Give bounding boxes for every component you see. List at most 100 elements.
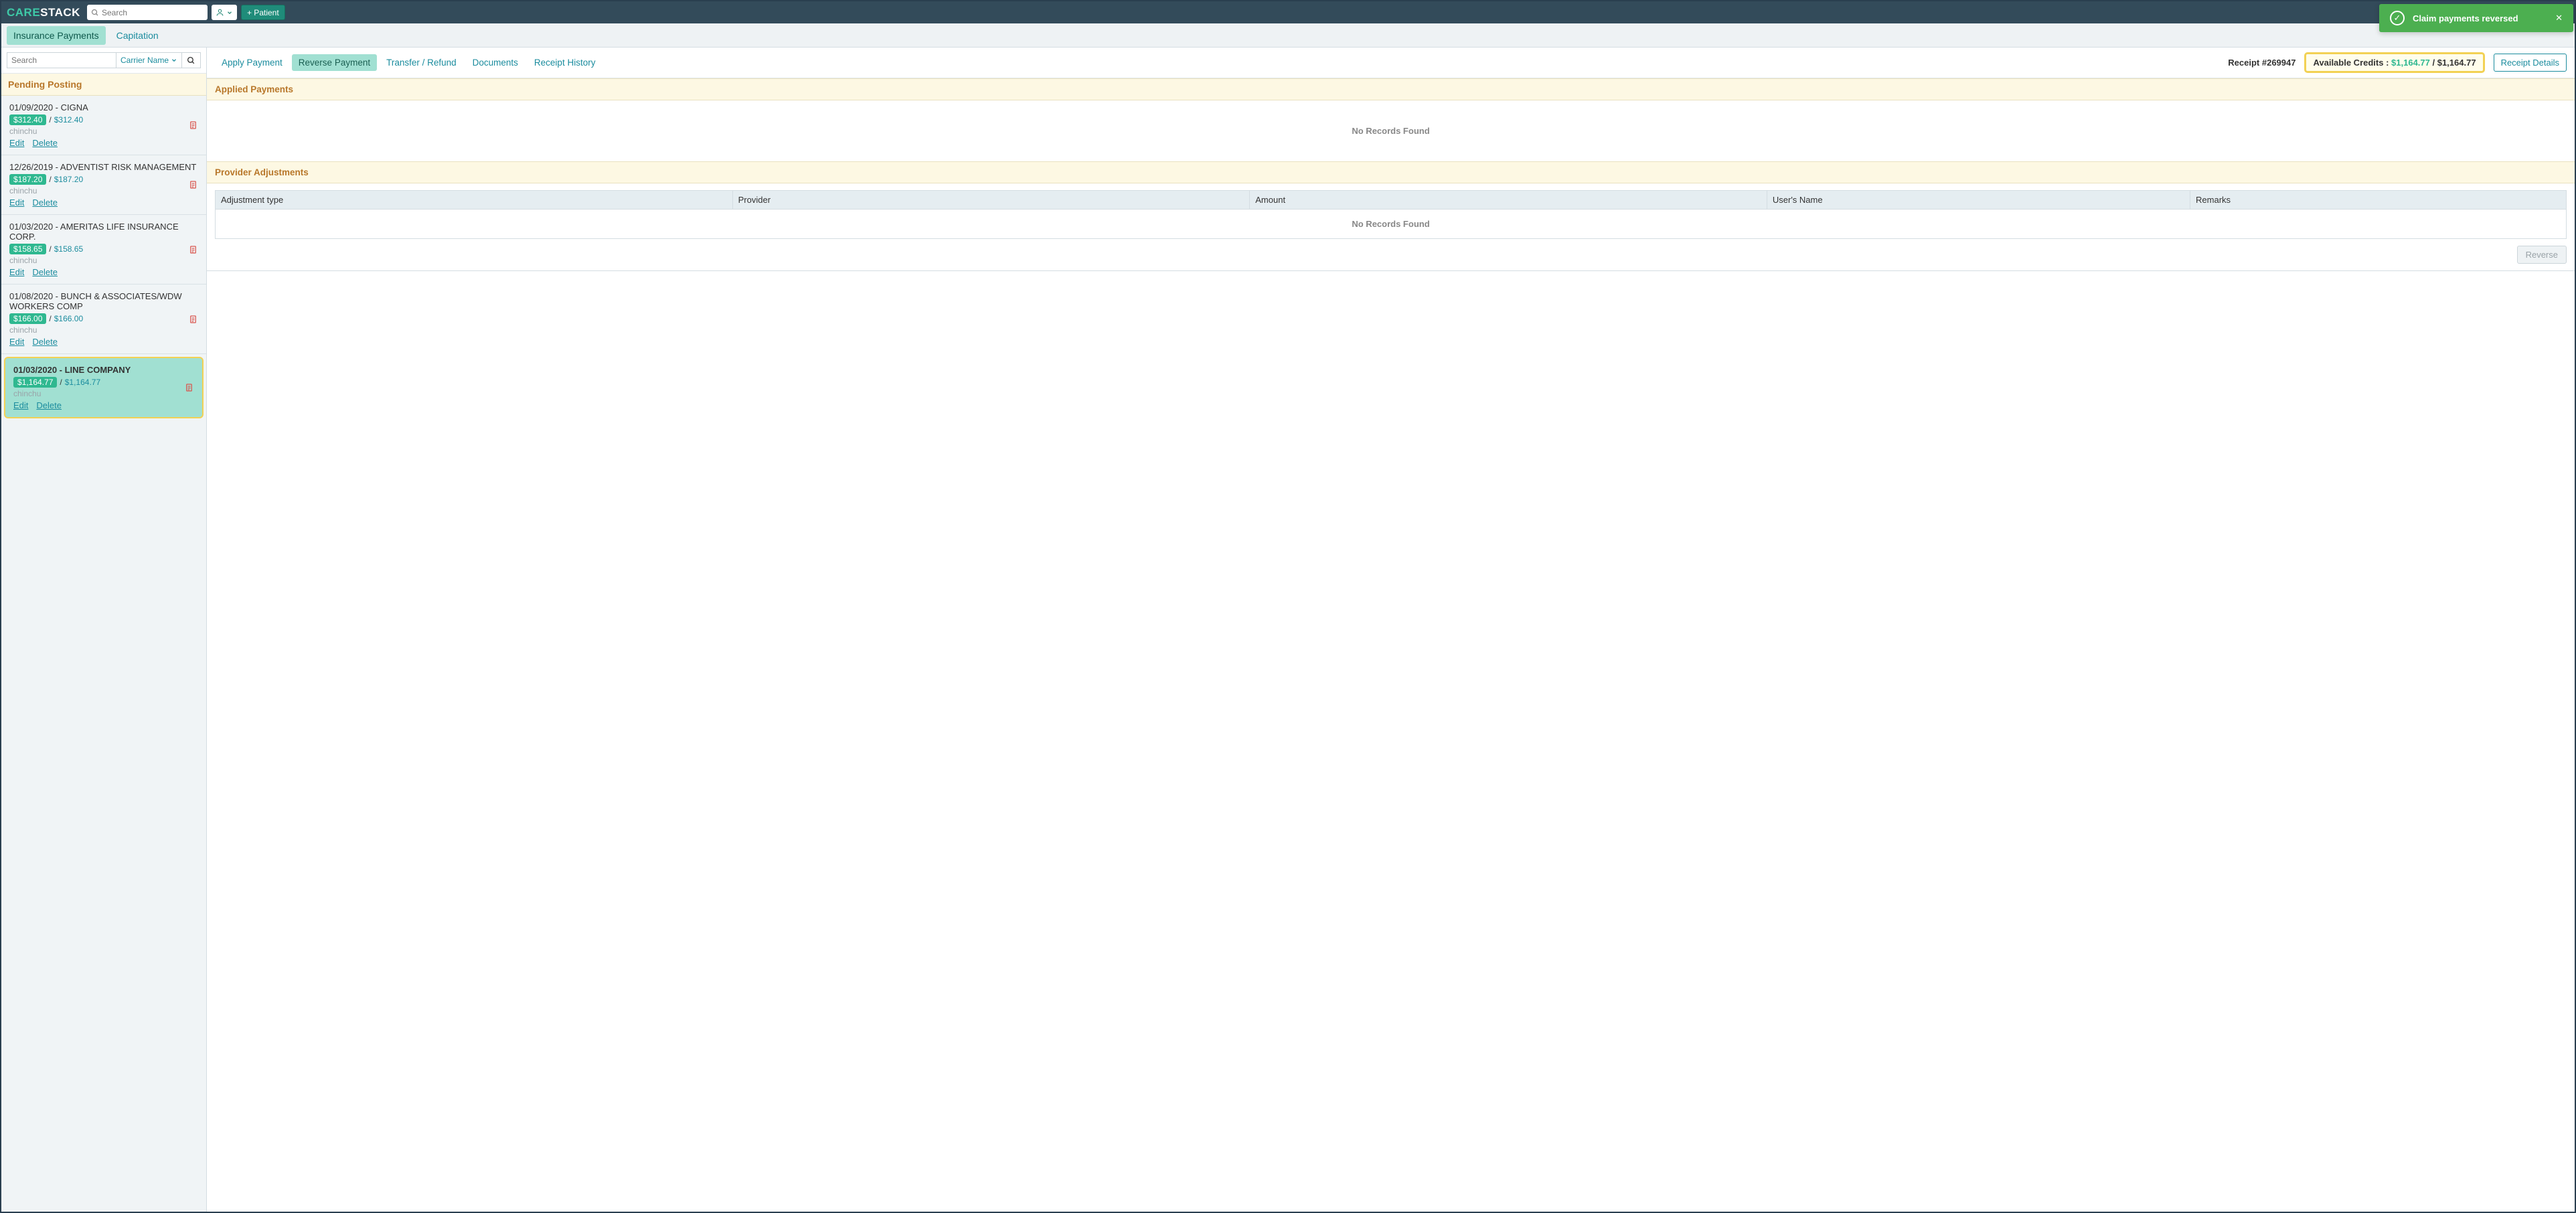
sidebar-sort-dropdown[interactable]: Carrier Name — [116, 52, 182, 68]
transfer-refund-button[interactable]: Transfer / Refund — [380, 54, 463, 71]
add-patient-button[interactable]: + Patient — [241, 5, 285, 20]
clipboard-icon[interactable] — [188, 244, 198, 254]
posting-title: 01/09/2020 - CIGNA — [9, 102, 199, 112]
amount-chip: $166.00 — [9, 313, 46, 324]
receipt-history-button[interactable]: Receipt History — [528, 54, 602, 71]
reverse-button[interactable]: Reverse — [2517, 246, 2567, 264]
delete-link[interactable]: Delete — [36, 400, 62, 410]
logo: CARESTACK — [7, 6, 80, 19]
main: Carrier Name Pending Posting 01/09/2020 … — [1, 48, 2575, 1212]
posting-actions: Edit Delete — [9, 267, 199, 277]
amount-total: $166.00 — [54, 314, 83, 323]
edit-link[interactable]: Edit — [9, 337, 24, 347]
adjustments-table: Adjustment type Provider Amount User's N… — [215, 190, 2567, 239]
posting-item[interactable]: 12/26/2019 - ADVENTIST RISK MANAGEMENT$1… — [1, 155, 206, 215]
global-search[interactable] — [87, 5, 208, 20]
edit-link[interactable]: Edit — [9, 197, 24, 208]
posting-user: chinchu — [9, 256, 199, 265]
edit-link[interactable]: Edit — [9, 267, 24, 277]
posting-item[interactable]: 01/08/2020 - BUNCH & ASSOCIATES/WDW WORK… — [1, 285, 206, 354]
receipt-number: Receipt #269947 — [2228, 58, 2296, 68]
apply-payment-button[interactable]: Apply Payment — [215, 54, 289, 71]
check-icon: ✓ — [2390, 11, 2405, 25]
posting-title: 01/03/2020 - AMERITAS LIFE INSURANCE COR… — [9, 222, 199, 242]
clipboard-icon[interactable] — [188, 180, 198, 190]
subnav-tabs: Insurance Payments Capitation — [7, 26, 165, 45]
logo-care: CARE — [7, 6, 40, 19]
amount-total: $158.65 — [54, 244, 83, 254]
clipboard-icon[interactable] — [184, 383, 194, 393]
credits-label: Available Credits : — [2313, 58, 2391, 68]
sidebar-search-input[interactable] — [7, 52, 116, 68]
delete-link[interactable]: Delete — [32, 267, 58, 277]
global-search-input[interactable] — [102, 8, 206, 17]
posting-list: 01/09/2020 - CIGNA $312.40 / $312.40 chinc… — [1, 96, 206, 1212]
amount-row: $158.65 / $158.65 — [9, 244, 199, 254]
amount-total: $312.40 — [54, 115, 83, 125]
posting-title: 01/08/2020 - BUNCH & ASSOCIATES/WDW WORK… — [9, 291, 199, 311]
amount-chip: $158.65 — [9, 244, 46, 254]
edit-link[interactable]: Edit — [9, 138, 24, 148]
delete-link[interactable]: Delete — [32, 197, 58, 208]
posting-user: chinchu — [9, 186, 199, 195]
sidebar: Carrier Name Pending Posting 01/09/2020 … — [1, 48, 207, 1212]
receipt-details-button[interactable]: Receipt Details — [2494, 54, 2567, 72]
amount-row: $166.00 / $166.00 — [9, 313, 199, 324]
col-user-name: User's Name — [1767, 191, 2190, 210]
content: Apply Payment Reverse Payment Transfer /… — [207, 48, 2575, 1212]
tab-insurance-payments[interactable]: Insurance Payments — [7, 26, 106, 45]
posting-actions: Edit Delete — [9, 337, 199, 347]
credits-sep: / — [2430, 58, 2437, 68]
subnav: Insurance Payments Capitation — [1, 23, 2575, 48]
col-provider: Provider — [732, 191, 1250, 210]
applied-no-records: No Records Found — [207, 100, 2575, 161]
patient-dropdown[interactable] — [212, 5, 237, 20]
credits-total: $1,164.77 — [2437, 58, 2476, 68]
close-icon[interactable]: ✕ — [2555, 13, 2563, 23]
toast-success: ✓ Claim payments reversed ✕ — [2379, 4, 2573, 32]
delete-link[interactable]: Delete — [32, 337, 58, 347]
credits-value: $1,164.77 — [2391, 58, 2430, 68]
amount-row: $312.40 / $312.40 — [9, 114, 199, 125]
amount-chip: $187.20 — [9, 174, 46, 185]
amount-row: $1,164.77 / $1,164.77 — [13, 377, 195, 388]
sidebar-search-row: Carrier Name — [1, 48, 206, 74]
adjustments-no-records: No Records Found — [216, 210, 2567, 239]
clipboard-icon[interactable] — [188, 120, 198, 131]
edit-link[interactable]: Edit — [13, 400, 28, 410]
search-icon — [91, 9, 99, 17]
pending-posting-header: Pending Posting — [1, 74, 206, 96]
col-amount: Amount — [1250, 191, 1767, 210]
topbar: CARESTACK + Patient — [1, 1, 2575, 23]
col-adjustment-type: Adjustment type — [216, 191, 733, 210]
col-remarks: Remarks — [2190, 191, 2567, 210]
clipboard-icon[interactable] — [188, 314, 198, 324]
sidebar-sort-label: Carrier Name — [120, 56, 169, 65]
amount-total: $1,164.77 — [65, 378, 100, 387]
sidebar-search-button[interactable] — [182, 52, 201, 68]
content-toolbar: Apply Payment Reverse Payment Transfer /… — [207, 48, 2575, 78]
provider-adjustments-header: Provider Adjustments — [207, 161, 2575, 183]
posting-title: 01/03/2020 - LINE COMPANY — [13, 365, 195, 375]
posting-user: chinchu — [9, 127, 199, 136]
adjustments-table-wrap: Adjustment type Provider Amount User's N… — [207, 183, 2575, 243]
posting-user: chinchu — [9, 325, 199, 335]
chevron-down-icon — [171, 57, 177, 64]
delete-link[interactable]: Delete — [32, 138, 58, 148]
posting-item[interactable]: 01/09/2020 - CIGNA $312.40 / $312.40 chinc… — [1, 96, 206, 155]
add-patient-label: + Patient — [247, 8, 279, 17]
posting-item[interactable]: 01/03/2020 - AMERITAS LIFE INSURANCE COR… — [1, 215, 206, 285]
reverse-row: Reverse — [207, 243, 2575, 270]
tab-capitation[interactable]: Capitation — [110, 26, 165, 45]
applied-payments-header: Applied Payments — [207, 78, 2575, 100]
amount-row: $187.20 / $187.20 — [9, 174, 199, 185]
reverse-payment-button[interactable]: Reverse Payment — [292, 54, 377, 71]
posting-item[interactable]: 01/03/2020 - LINE COMPANY $1,164.77 / $1,… — [4, 357, 204, 418]
amount-chip: $312.40 — [9, 114, 46, 125]
amount-total: $187.20 — [54, 175, 83, 184]
available-credits-box: Available Credits : $1,164.77 / $1,164.7… — [2305, 53, 2484, 72]
posting-actions: Edit Delete — [9, 197, 199, 208]
documents-button[interactable]: Documents — [466, 54, 525, 71]
logo-stack: STACK — [40, 6, 80, 19]
posting-actions: Edit Delete — [13, 400, 195, 410]
